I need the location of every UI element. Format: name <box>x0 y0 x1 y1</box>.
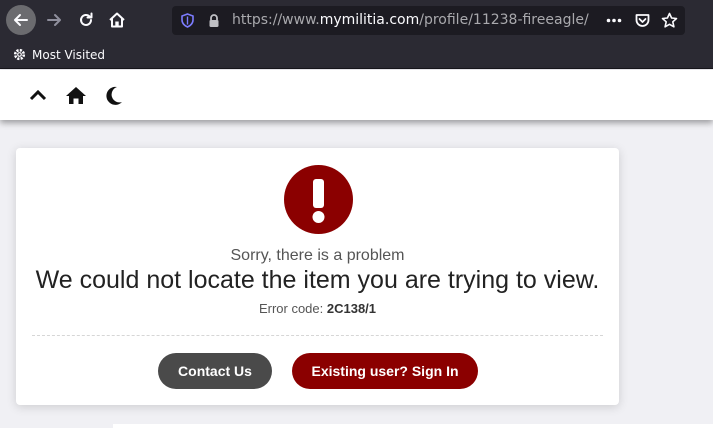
exclamation-icon <box>284 165 353 234</box>
reload-button[interactable] <box>71 5 101 35</box>
url-prefix: https://www. <box>232 12 320 28</box>
home-icon[interactable] <box>65 86 87 105</box>
back-button[interactable] <box>6 5 36 35</box>
contact-us-button[interactable]: Contact Us <box>158 353 272 389</box>
sign-in-button[interactable]: Existing user? Sign In <box>292 353 478 389</box>
error-subtitle: Sorry, there is a problem <box>230 247 405 264</box>
error-code: Error code: 2C138/1 <box>16 301 619 316</box>
bookmarks-toolbar: Most Visited <box>0 42 713 69</box>
gear-icon <box>13 48 26 61</box>
chevron-up-icon[interactable] <box>29 88 47 102</box>
lock-icon[interactable] <box>207 13 221 28</box>
pocket-icon[interactable] <box>634 12 651 29</box>
footer-strip <box>113 424 713 428</box>
more-actions-icon[interactable] <box>606 18 622 23</box>
moon-icon[interactable] <box>105 86 123 106</box>
error-code-label: Error code: <box>258 301 327 316</box>
arrow-right-icon <box>47 14 61 26</box>
error-card: Sorry, there is a problem We could not l… <box>16 148 619 405</box>
bookmark-label: Most Visited <box>32 47 106 62</box>
url-text[interactable]: https://www.mymilitia.com/profile/11238-… <box>232 12 589 28</box>
error-message: We could not locate the item you are try… <box>35 266 600 294</box>
site-header <box>0 70 713 120</box>
url-host: mymilitia.com <box>319 12 420 28</box>
reload-icon <box>80 12 93 26</box>
home-outline-icon <box>109 12 125 28</box>
bookmark-most-visited[interactable]: Most Visited <box>12 47 105 62</box>
error-code-value: 2C138/1 <box>326 301 377 316</box>
browser-toolbar: https://www.mymilitia.com/profile/11238-… <box>0 0 713 42</box>
divider <box>32 335 603 336</box>
star-icon[interactable] <box>661 12 678 29</box>
arrow-left-icon <box>14 14 28 26</box>
url-path: /profile/11238-fireeagle/ <box>419 12 589 28</box>
forward-button[interactable] <box>39 5 69 35</box>
exclamation-glyph <box>312 179 325 223</box>
home-button[interactable] <box>102 5 132 35</box>
address-bar[interactable]: https://www.mymilitia.com/profile/11238-… <box>172 6 685 35</box>
shield-icon[interactable] <box>180 13 195 28</box>
